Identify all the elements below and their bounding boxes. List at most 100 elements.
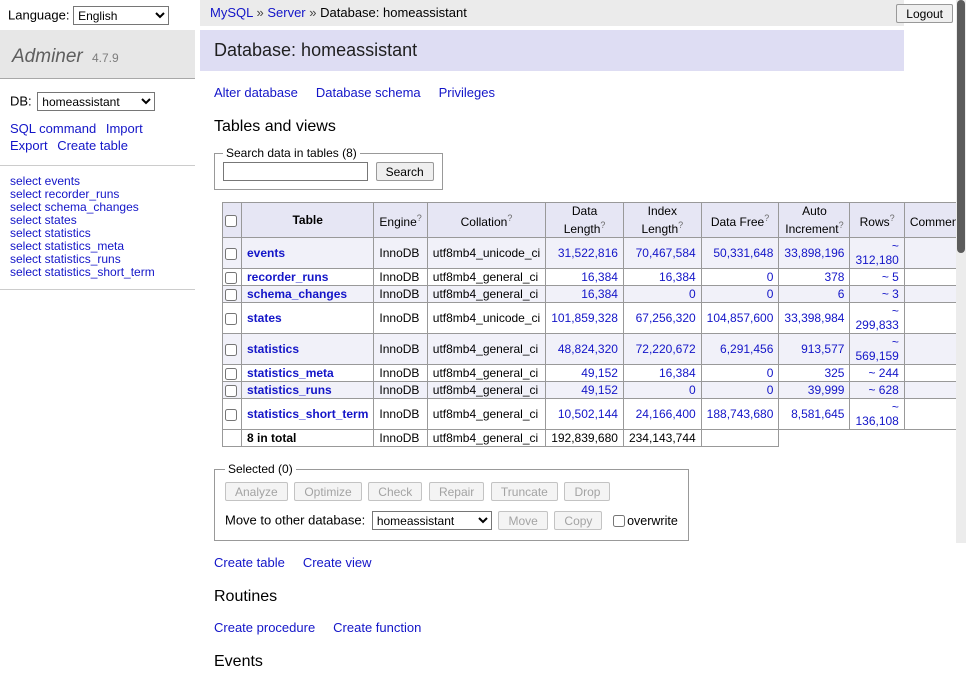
auto-increment-link[interactable]: 33,898,196 (784, 246, 844, 260)
row-checkbox-statistics_runs[interactable] (225, 385, 237, 397)
row-checkbox-statistics_meta[interactable] (225, 368, 237, 380)
data-free-link[interactable]: 0 (767, 287, 774, 301)
auto-increment-link[interactable]: 913,577 (801, 342, 844, 356)
index-length-link[interactable]: 67,256,320 (636, 311, 696, 325)
table-name-link-statistics_runs[interactable]: statistics_runs (247, 383, 332, 397)
column-header-collation[interactable]: Collation? (427, 203, 545, 238)
search-input[interactable] (223, 162, 368, 181)
data-length-link[interactable]: 10,502,144 (558, 407, 618, 421)
auto-increment-link[interactable]: 378 (824, 270, 844, 284)
data-free-link[interactable]: 104,857,600 (707, 311, 774, 325)
rows-link[interactable]: ~ 3 (882, 287, 899, 301)
data-free-link[interactable]: 0 (767, 383, 774, 397)
search-button[interactable]: Search (376, 162, 434, 181)
data-length-link[interactable]: 49,152 (581, 383, 618, 397)
row-checkbox-statistics_short_term[interactable] (225, 409, 237, 421)
data-free-link[interactable]: 188,743,680 (707, 407, 774, 421)
row-checkbox-events[interactable] (225, 248, 237, 260)
sidebar-select-schema-changes[interactable]: select schema_changes (10, 201, 185, 214)
create-table-link[interactable]: Create table (214, 555, 285, 570)
row-checkbox-statistics[interactable] (225, 344, 237, 356)
table-name-link-statistics_meta[interactable]: statistics_meta (247, 366, 334, 380)
breadcrumb-link-server[interactable]: Server (267, 5, 305, 20)
privileges-link[interactable]: Privileges (439, 85, 495, 100)
export-link[interactable]: Export (10, 138, 48, 153)
row-checkbox-recorder_runs[interactable] (225, 272, 237, 284)
column-header-rows[interactable]: Rows? (850, 203, 904, 238)
sidebar-select-states[interactable]: select states (10, 214, 185, 227)
language-select[interactable]: English (73, 6, 169, 25)
index-length-link[interactable]: 72,220,672 (636, 342, 696, 356)
scrollbar-thumb[interactable] (957, 0, 965, 253)
rows-link[interactable]: ~ 312,180 (855, 239, 898, 267)
database-schema-link[interactable]: Database schema (316, 85, 421, 100)
data-free-link[interactable]: 50,331,648 (713, 246, 773, 260)
auto-increment-link[interactable]: 8,581,645 (791, 407, 844, 421)
app-name-link[interactable]: Adminer (12, 46, 83, 67)
copy-button[interactable]: Copy (554, 511, 602, 530)
data-length-link[interactable]: 48,824,320 (558, 342, 618, 356)
sidebar-select-statistics-short-term[interactable]: select statistics_short_term (10, 266, 185, 279)
index-length-link[interactable]: 70,467,584 (636, 246, 696, 260)
table-name-link-schema_changes[interactable]: schema_changes (247, 287, 347, 301)
data-length-link[interactable]: 31,522,816 (558, 246, 618, 260)
row-checkbox-states[interactable] (225, 313, 237, 325)
drop-button[interactable]: Drop (564, 482, 610, 501)
data-length-link[interactable]: 101,859,328 (551, 311, 618, 325)
help-hint-icon[interactable]: ? (417, 213, 422, 223)
data-free-link[interactable]: 6,291,456 (720, 342, 773, 356)
data-free-link[interactable]: 0 (767, 366, 774, 380)
index-length-link[interactable]: 16,384 (659, 270, 696, 284)
help-hint-icon[interactable]: ? (678, 220, 683, 230)
create-view-link[interactable]: Create view (303, 555, 372, 570)
alter-database-link[interactable]: Alter database (214, 85, 298, 100)
column-header-data-length[interactable]: Data Length? (546, 203, 624, 238)
column-header-engine[interactable]: Engine? (374, 203, 427, 238)
rows-link[interactable]: ~ 5 (882, 270, 899, 284)
repair-button[interactable]: Repair (429, 482, 484, 501)
table-name-link-recorder_runs[interactable]: recorder_runs (247, 270, 328, 284)
table-name-link-statistics[interactable]: statistics (247, 342, 299, 356)
sidebar-select-statistics-runs[interactable]: select statistics_runs (10, 253, 185, 266)
optimize-button[interactable]: Optimize (294, 482, 361, 501)
sql-command-link[interactable]: SQL command (10, 121, 96, 136)
column-header-index-length[interactable]: Index Length? (623, 203, 701, 238)
column-header-data-free[interactable]: Data Free? (701, 203, 779, 238)
create-procedure-link[interactable]: Create procedure (214, 620, 315, 635)
column-header-table[interactable]: Table (242, 203, 374, 238)
db-select[interactable]: homeassistant (37, 92, 155, 111)
data-length-link[interactable]: 16,384 (581, 287, 618, 301)
analyze-button[interactable]: Analyze (225, 482, 288, 501)
table-name-link-events[interactable]: events (247, 246, 285, 260)
rows-link[interactable]: ~ 299,833 (855, 304, 898, 332)
column-header-auto-increment[interactable]: Auto Increment? (779, 203, 850, 238)
auto-increment-link[interactable]: 6 (838, 287, 845, 301)
sidebar-select-events[interactable]: select events (10, 175, 185, 188)
rows-link[interactable]: ~ 569,159 (855, 335, 898, 363)
move-button[interactable]: Move (498, 511, 547, 530)
help-hint-icon[interactable]: ? (764, 213, 769, 223)
data-free-link[interactable]: 0 (767, 270, 774, 284)
overwrite-checkbox[interactable] (613, 515, 625, 527)
sidebar-select-statistics[interactable]: select statistics (10, 227, 185, 240)
auto-increment-link[interactable]: 39,999 (808, 383, 845, 397)
logout-button[interactable]: Logout (896, 4, 953, 23)
check-button[interactable]: Check (368, 482, 422, 501)
rows-link[interactable]: ~ 244 (868, 366, 898, 380)
index-length-link[interactable]: 0 (689, 383, 696, 397)
move-db-select[interactable]: homeassistant (372, 511, 492, 530)
row-checkbox-schema_changes[interactable] (225, 289, 237, 301)
table-name-link-statistics_short_term[interactable]: statistics_short_term (247, 407, 368, 421)
index-length-link[interactable]: 16,384 (659, 366, 696, 380)
sidebar-select-recorder-runs[interactable]: select recorder_runs (10, 188, 185, 201)
auto-increment-link[interactable]: 33,398,984 (784, 311, 844, 325)
select-all-checkbox[interactable] (225, 215, 237, 227)
auto-increment-link[interactable]: 325 (824, 366, 844, 380)
breadcrumb-link-mysql[interactable]: MySQL (210, 5, 253, 20)
help-hint-icon[interactable]: ? (839, 220, 844, 230)
import-link[interactable]: Import (106, 121, 143, 136)
index-length-link[interactable]: 0 (689, 287, 696, 301)
data-length-link[interactable]: 49,152 (581, 366, 618, 380)
help-hint-icon[interactable]: ? (600, 220, 605, 230)
create-function-link[interactable]: Create function (333, 620, 421, 635)
